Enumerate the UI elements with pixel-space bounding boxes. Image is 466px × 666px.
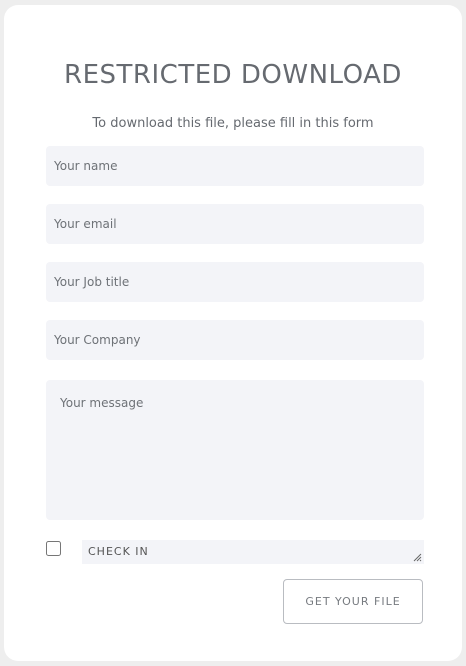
check-in-field[interactable]: CHECK IN (82, 540, 424, 564)
resize-grip-icon[interactable] (413, 553, 422, 562)
name-input[interactable] (46, 146, 424, 186)
page-title: RESTRICTED DOWNLOAD (64, 60, 402, 90)
check-in-checkbox[interactable] (46, 541, 61, 556)
form-subtitle: To download this file, please fill in th… (92, 116, 374, 131)
company-input[interactable] (46, 320, 424, 360)
check-in-label: CHECK IN (88, 545, 149, 558)
get-your-file-button[interactable]: GET YOUR FILE (283, 579, 423, 624)
message-textarea[interactable] (46, 380, 424, 520)
job-title-input[interactable] (46, 262, 424, 302)
email-input[interactable] (46, 204, 424, 244)
